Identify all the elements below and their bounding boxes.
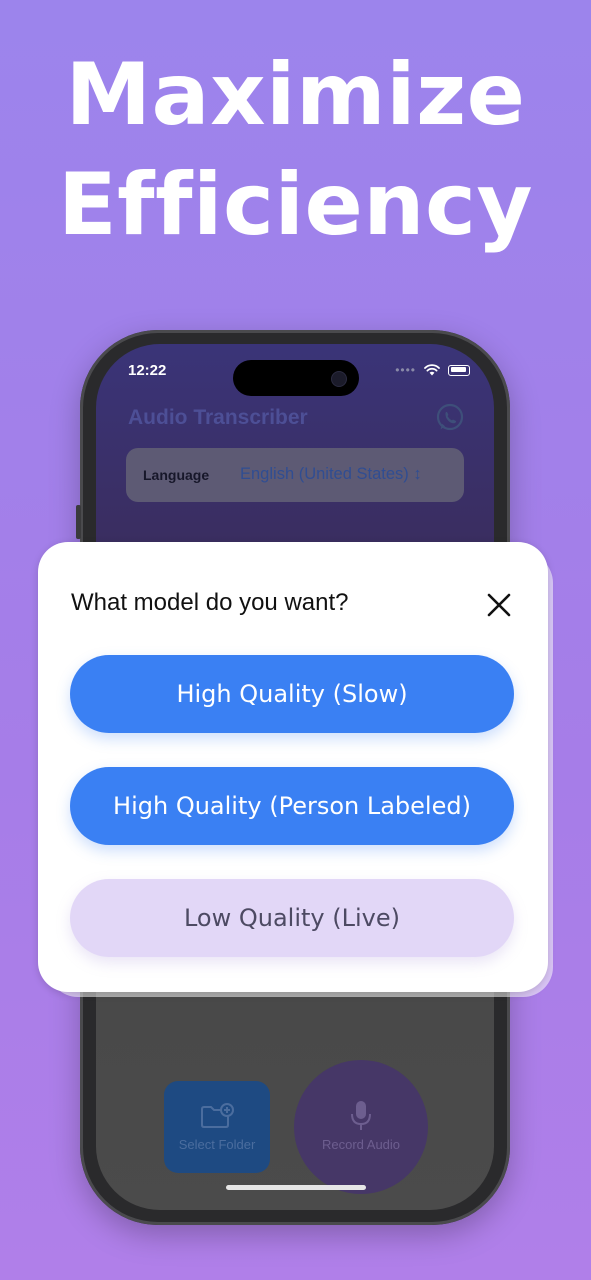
headline-line-2: Efficiency: [57, 155, 534, 255]
app-title: Audio Transcriber: [128, 406, 308, 429]
wifi-icon: [424, 364, 440, 376]
whatsapp-icon[interactable]: [434, 402, 466, 434]
high-quality-slow-button[interactable]: High Quality (Slow): [70, 655, 514, 733]
high-quality-person-labeled-button[interactable]: High Quality (Person Labeled): [70, 767, 514, 845]
select-folder-label: Select Folder: [178, 1137, 256, 1152]
language-label: Language: [143, 467, 210, 483]
close-icon[interactable]: [486, 592, 512, 618]
record-audio-label: Record Audio: [321, 1137, 401, 1152]
headline: Maximize Efficiency: [0, 40, 591, 260]
low-quality-live-button[interactable]: Low Quality (Live): [70, 879, 514, 957]
signal-icon: ••••: [395, 363, 416, 377]
battery-icon: [448, 364, 470, 376]
model-selection-modal: What model do you want? High Quality (Sl…: [38, 542, 548, 992]
dynamic-island: [233, 360, 359, 396]
status-icons: ••••: [395, 363, 470, 377]
headline-line-1: Maximize: [65, 45, 526, 145]
status-time: 12:22: [128, 362, 167, 379]
microphone-icon: [351, 1101, 371, 1130]
folder-add-icon: [201, 1103, 234, 1128]
select-folder-button[interactable]: Select Folder: [164, 1081, 270, 1173]
language-selector[interactable]: Language English (United States) ↕: [126, 448, 464, 502]
camera-icon: [331, 371, 347, 387]
phone-side-button: [76, 505, 81, 539]
record-audio-button[interactable]: Record Audio: [294, 1060, 428, 1194]
home-indicator[interactable]: [226, 1185, 366, 1190]
modal-title: What model do you want?: [71, 589, 349, 616]
language-value[interactable]: English (United States) ↕: [240, 465, 422, 484]
